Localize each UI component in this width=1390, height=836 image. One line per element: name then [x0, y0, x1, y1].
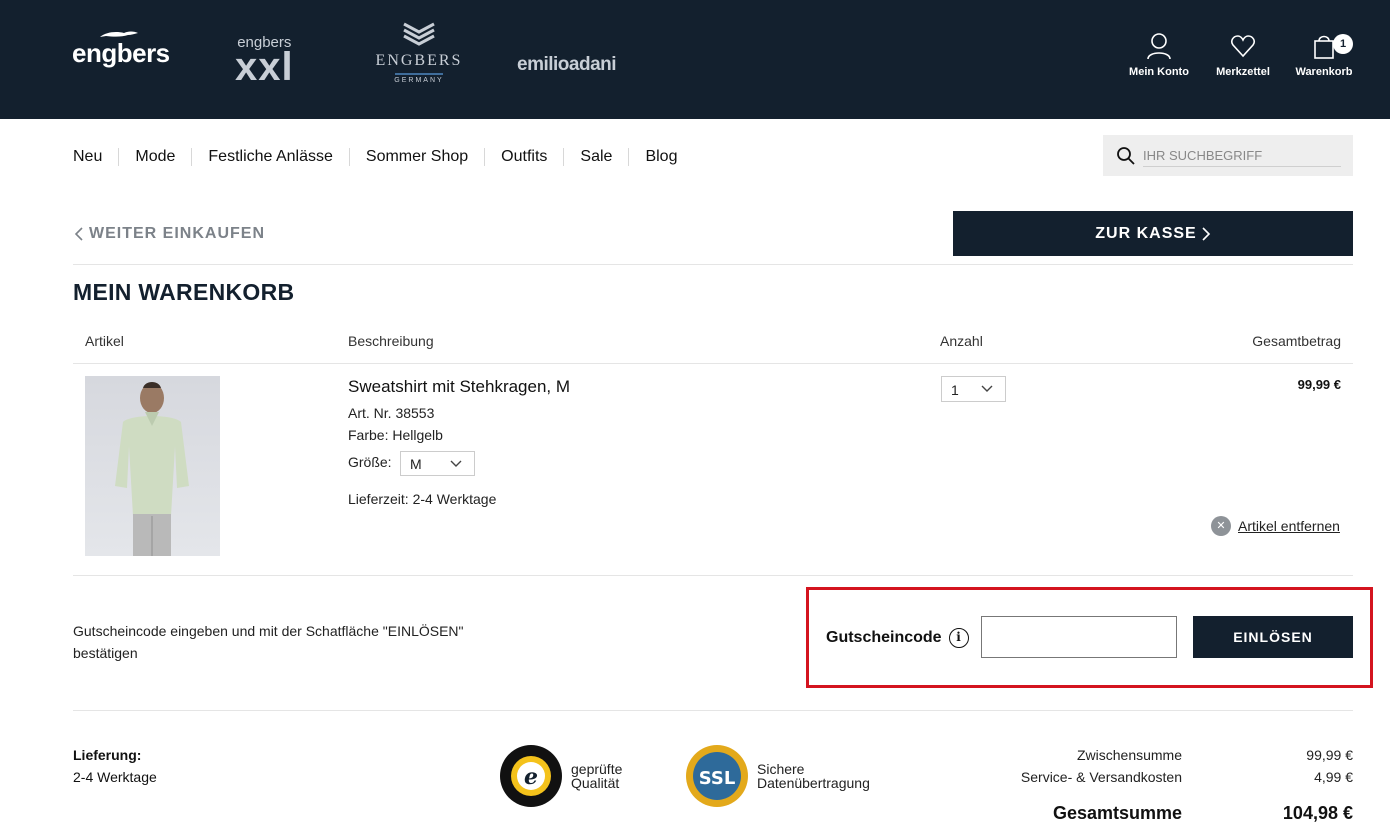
- ssl-seal-icon: SSL: [686, 745, 748, 807]
- shipping-label: Service- & Versandkosten: [1020, 769, 1182, 785]
- germany-logo-line: [395, 73, 443, 75]
- voucher-hint: Gutscheincode eingeben und mit der Schat…: [73, 623, 464, 661]
- subtotal-value: 99,99 €: [1306, 747, 1353, 763]
- ssl-text: Sichere Datenübertragung: [757, 762, 870, 790]
- divider: [73, 264, 1353, 265]
- remove-item-link[interactable]: ✕ Artikel entfernen: [1211, 516, 1340, 536]
- grand-total-label: Gesamtsumme: [1052, 803, 1182, 823]
- product-image[interactable]: [85, 376, 220, 556]
- column-header-article: Artikel: [85, 333, 124, 349]
- close-icon: ✕: [1211, 516, 1231, 536]
- trusted-shops-badge[interactable]: e geprüfte Qualität: [499, 744, 622, 808]
- cart-link[interactable]: 1 Warenkorb: [1292, 32, 1356, 78]
- voucher-label: Gutscheincode i: [826, 628, 969, 648]
- product-delivery-time: Lieferzeit: 2-4 Werktage: [348, 491, 497, 507]
- column-header-total: Gesamtbetrag: [1252, 333, 1341, 349]
- trusted-shops-seal-icon: e: [500, 745, 562, 807]
- heart-icon: [1231, 35, 1255, 58]
- subtotal-label: Zwischensumme: [1076, 747, 1182, 763]
- engbers-logo[interactable]: engbers: [72, 31, 170, 69]
- wishlist-label: Merkzettel: [1216, 66, 1270, 78]
- size-select-value: M: [410, 456, 422, 472]
- product-color: Farbe: Hellgelb: [348, 427, 443, 443]
- chevron-emblem-icon: [403, 22, 435, 46]
- nav-item-blog[interactable]: Blog: [628, 148, 693, 166]
- redeem-voucher-button[interactable]: EINLÖSEN: [1193, 616, 1353, 658]
- chevron-down-icon: [450, 460, 462, 467]
- my-account-link[interactable]: Mein Konto: [1124, 32, 1194, 78]
- svg-text:SSL: SSL: [699, 768, 736, 789]
- checkout-button-label: ZUR KASSE: [1095, 224, 1197, 242]
- divider: [73, 363, 1353, 364]
- my-account-label: Mein Konto: [1129, 66, 1189, 78]
- germany-logo-sub: GERMANY: [394, 77, 444, 84]
- engbers-germany-logo[interactable]: ENGBERS GERMANY: [369, 22, 469, 84]
- greyhound-icon: [100, 31, 138, 37]
- nav-item-mode[interactable]: Mode: [118, 148, 191, 166]
- shipping-value: 4,99 €: [1314, 769, 1353, 785]
- info-icon[interactable]: i: [948, 628, 969, 648]
- voucher-code-input[interactable]: [981, 616, 1177, 658]
- search-icon[interactable]: [1116, 146, 1136, 166]
- divider: [73, 710, 1353, 711]
- nav-item-neu[interactable]: Neu: [73, 148, 118, 166]
- nav-item-sale[interactable]: Sale: [563, 148, 628, 166]
- cart-label: Warenkorb: [1295, 66, 1353, 78]
- search-input[interactable]: [1143, 145, 1341, 167]
- delivery-title: Lieferung:: [73, 747, 142, 763]
- continue-shopping-label: WEITER EINKAUFEN: [89, 225, 265, 242]
- continue-shopping-link[interactable]: WEITER EINKAUFEN: [74, 225, 265, 243]
- column-header-description: Beschreibung: [348, 333, 434, 349]
- product-size-label: Größe:: [348, 454, 392, 470]
- nav-item-outfits[interactable]: Outfits: [484, 148, 563, 166]
- main-navigation: Neu Mode Festliche Anlässe Sommer Shop O…: [73, 148, 693, 166]
- column-header-quantity: Anzahl: [940, 333, 983, 349]
- trusted-shops-line2: Qualität: [571, 775, 620, 791]
- xxl-logo-big: xxl: [235, 45, 294, 89]
- size-select[interactable]: M: [400, 451, 475, 476]
- line-item-total: 99,99 €: [1297, 377, 1341, 392]
- emilioadani-logo[interactable]: emilioadani: [517, 54, 617, 76]
- ssl-badge[interactable]: SSL Sichere Datenübertragung: [685, 744, 870, 808]
- checkout-button[interactable]: ZUR KASSE: [953, 211, 1353, 256]
- product-name[interactable]: Sweatshirt mit Stehkragen, M: [348, 377, 570, 397]
- product-photo-illustration: [115, 382, 189, 556]
- grand-total-value: 104,98 €: [1282, 803, 1353, 823]
- ssl-line2: Datenübertragung: [757, 775, 870, 791]
- svg-text:e: e: [524, 764, 538, 790]
- wishlist-link[interactable]: Merkzettel: [1210, 32, 1276, 78]
- top-header: engbers engbers xxl ENGBERS GERMANY emil…: [0, 0, 1390, 119]
- user-icon: [1147, 33, 1171, 60]
- product-sku: Art. Nr. 38553: [348, 405, 435, 421]
- search-box: [1103, 135, 1353, 176]
- quantity-select[interactable]: 1: [941, 376, 1006, 402]
- germany-logo-text: ENGBERS: [375, 52, 463, 69]
- nav-item-sommer-shop[interactable]: Sommer Shop: [348, 148, 484, 166]
- chevron-left-icon: [74, 227, 83, 241]
- voucher-label-text: Gutscheincode: [826, 629, 942, 646]
- engbers-xxl-logo[interactable]: engbers xxl: [235, 35, 294, 89]
- remove-item-label: Artikel entfernen: [1238, 518, 1340, 534]
- delivery-text: 2-4 Werktage: [73, 769, 157, 785]
- chevron-right-icon: [1202, 226, 1210, 241]
- nav-item-festliche-anlaesse[interactable]: Festliche Anlässe: [191, 148, 349, 166]
- divider: [73, 575, 1353, 576]
- trusted-shops-text: geprüfte Qualität: [571, 762, 622, 790]
- engbers-logo-text: engbers: [72, 38, 170, 68]
- quantity-select-value: 1: [951, 382, 959, 398]
- chevron-down-icon: [981, 385, 993, 392]
- cart-count-badge: 1: [1333, 34, 1353, 54]
- page-title: MEIN WARENKORB: [73, 279, 295, 305]
